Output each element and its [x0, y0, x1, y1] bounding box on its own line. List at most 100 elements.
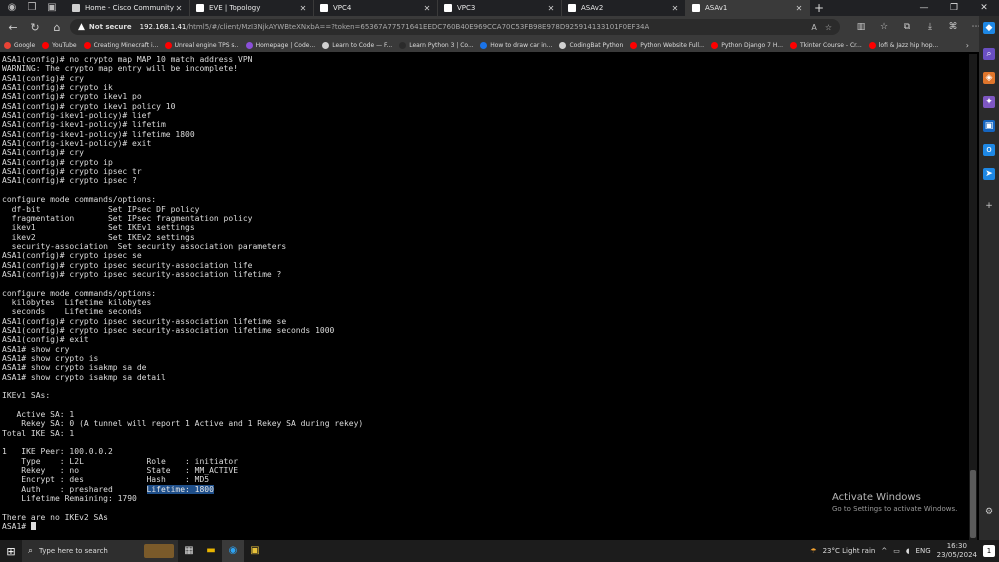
bookmark-favicon-icon: [711, 41, 719, 49]
extensions-icon[interactable]: ⌘: [946, 22, 960, 32]
bookmark-label: lofi & Jazz hip hop...: [878, 41, 939, 49]
collections-icon[interactable]: ⧉: [900, 22, 914, 32]
bookmark-label: Unreal engine TPS s...: [174, 41, 239, 49]
outlook-icon[interactable]: o: [983, 144, 995, 156]
browser-tab[interactable]: ASAv1 ✕: [686, 0, 810, 16]
terminal-line-text: ASA1(config-ikev1-policy)# lifetim: [2, 120, 166, 130]
favorites-icon[interactable]: ☆: [877, 22, 891, 32]
terminal-line: Total IKE SA: 1: [2, 429, 969, 438]
add-sidebar-app-icon[interactable]: +: [983, 200, 995, 212]
browser-tab[interactable]: ASAv2 ✕: [562, 0, 686, 16]
sidebar-settings-icon[interactable]: ⚙: [983, 506, 995, 518]
tab-favicon-icon: [444, 4, 452, 12]
bookmark-item[interactable]: CodingBat Python: [559, 41, 624, 49]
back-icon[interactable]: ←: [6, 21, 20, 34]
bookmark-item[interactable]: YouTube: [42, 41, 77, 49]
weather-icon[interactable]: ☂: [810, 547, 816, 555]
bookmark-label: Creating Minecraft i...: [93, 41, 158, 49]
browser-tab[interactable]: VPC4 ✕: [314, 0, 438, 16]
language-indicator[interactable]: ENG: [916, 547, 931, 555]
bookmark-item[interactable]: Google: [4, 41, 35, 49]
terminal-line: ASA1(config)# crypto ip: [2, 158, 969, 167]
bookmark-item[interactable]: Learn Python 3 | Co...: [399, 41, 473, 49]
favorite-star-icon[interactable]: ☆: [825, 23, 832, 32]
terminal-line: configure mode commands/options:: [2, 195, 969, 204]
edge-browser-icon[interactable]: ◉: [222, 540, 244, 562]
terminal-line-text: ASA1(config-ikev1-policy)# lifetime 1800: [2, 129, 195, 139]
downloads-icon[interactable]: ⤓: [923, 22, 937, 32]
shopping-icon[interactable]: ◈: [983, 72, 995, 84]
tools-icon[interactable]: ▣: [983, 120, 995, 132]
home-icon[interactable]: ⌂: [50, 21, 64, 34]
minimize-icon[interactable]: —: [909, 0, 939, 16]
tab-close-icon[interactable]: ✕: [423, 4, 431, 13]
terminal-line: ASA1# show crypto isakmp sa detail: [2, 373, 969, 382]
bookmark-item[interactable]: Tkinter Course - Cr...: [789, 41, 862, 49]
app-icon[interactable]: ▣: [244, 540, 266, 562]
taskbar-search[interactable]: ⌕ Type here to search: [22, 540, 178, 562]
address-bar[interactable]: ▲ Not secure 192.168.1.41/html5/#/client…: [70, 19, 840, 35]
bookmark-favicon-icon: [83, 41, 91, 49]
not-secure-label[interactable]: Not secure: [89, 23, 132, 31]
bookmark-label: Python Django 7 H...: [721, 41, 783, 49]
tab-actions-icon[interactable]: ▣: [46, 2, 58, 14]
scrollbar-thumb[interactable]: [970, 470, 976, 538]
windows-start-icon[interactable]: ⊞: [0, 545, 22, 558]
games-icon[interactable]: ✦: [983, 96, 995, 108]
terminal-line-text: IKEv1 SAs:: [2, 391, 51, 401]
selected-text-highlight[interactable]: Lifetime: 1800: [146, 484, 214, 494]
terminal-line-text: ASA1(config)# crypto ipsec se: [2, 251, 142, 261]
terminal-line-text: df-bit Set IPsec DF policy: [2, 204, 200, 214]
tab-favicon-icon: [692, 4, 700, 12]
reload-icon[interactable]: ↻: [28, 21, 42, 34]
browser-toolbar-icons: ▥ ☆ ⧉ ⤓ ⌘ ⋯: [840, 22, 983, 32]
terminal-line-text: ASA1(config)# cry: [2, 148, 84, 158]
task-view-icon[interactable]: ▦: [178, 540, 200, 562]
maximize-icon[interactable]: ❐: [939, 0, 969, 16]
copilot-icon[interactable]: ◆: [983, 22, 995, 34]
bookmark-item[interactable]: Homepage | Code...: [245, 41, 315, 49]
tab-close-icon[interactable]: ✕: [795, 4, 803, 13]
tab-close-icon[interactable]: ✕: [175, 4, 183, 13]
workspaces-icon[interactable]: ❒: [26, 2, 38, 14]
bookmark-item[interactable]: Unreal engine TPS s...: [164, 41, 239, 49]
file-explorer-icon[interactable]: ▬: [200, 540, 222, 562]
terminal-console[interactable]: ASA1(config)# no crypto map MAP 10 match…: [0, 54, 969, 540]
terminal-line: ASA1(config)# crypto ik: [2, 83, 969, 92]
bookmark-item[interactable]: How to draw car in...: [480, 41, 552, 49]
tray-overflow-icon[interactable]: ^: [881, 547, 887, 555]
split-screen-icon[interactable]: ▥: [854, 22, 868, 32]
bookmark-item[interactable]: Learn to Code — F...: [322, 41, 392, 49]
network-icon[interactable]: ▭: [893, 547, 900, 555]
warning-icon[interactable]: ▲: [78, 22, 85, 32]
profile-icon[interactable]: ◉: [6, 2, 18, 14]
terminal-line: df-bit Set IPsec DF policy: [2, 205, 969, 214]
weather-text[interactable]: 23°C Light rain: [823, 547, 876, 555]
bookmark-item[interactable]: lofi & Jazz hip hop...: [868, 41, 939, 49]
read-aloud-icon[interactable]: A: [811, 23, 816, 32]
tab-close-icon[interactable]: ✕: [671, 4, 679, 13]
bookmark-label: CodingBat Python: [569, 41, 624, 49]
search-icon[interactable]: ⌕: [983, 48, 995, 60]
notification-badge[interactable]: 1: [983, 545, 995, 557]
terminal-line-text: ASA1# show crypto isakmp sa detail: [2, 372, 166, 382]
send-icon[interactable]: ➤: [983, 168, 995, 180]
browser-tab[interactable]: EVE | Topology ✕: [190, 0, 314, 16]
browser-tab[interactable]: Home - Cisco Community ✕: [66, 0, 190, 16]
terminal-line: fragmentation Set IPsec fragmentation po…: [2, 214, 969, 223]
close-window-icon[interactable]: ✕: [969, 0, 999, 16]
terminal-scrollbar[interactable]: [969, 54, 977, 540]
bookmark-item[interactable]: Python Django 7 H...: [711, 41, 783, 49]
bookmark-item[interactable]: Python Website Full...: [630, 41, 704, 49]
tab-close-icon[interactable]: ✕: [299, 4, 307, 13]
url-text[interactable]: 192.168.1.41/html5/#/client/MzI3NjkAYWBt…: [140, 23, 650, 31]
clock[interactable]: 16:30 23/05/2024: [937, 542, 977, 560]
tab-close-icon[interactable]: ✕: [547, 4, 555, 13]
bookmark-item[interactable]: Creating Minecraft i...: [83, 41, 158, 49]
volume-icon[interactable]: ◖: [906, 547, 910, 555]
terminal-line-text: Encrypt : des Hash : MD5: [2, 475, 210, 485]
browser-tab[interactable]: VPC3 ✕: [438, 0, 562, 16]
new-tab-button[interactable]: +: [810, 0, 828, 16]
